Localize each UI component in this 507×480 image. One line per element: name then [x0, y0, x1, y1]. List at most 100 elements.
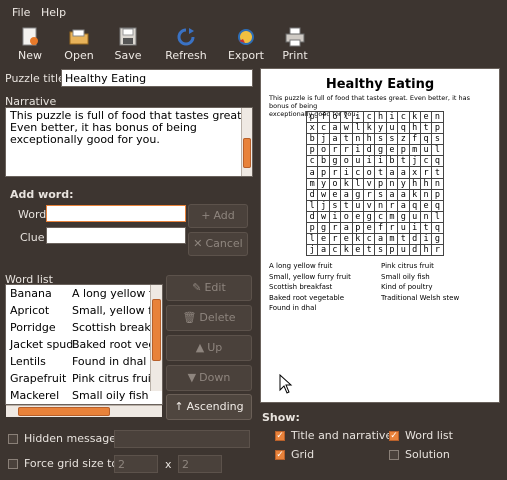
word-list-show-label: Word list: [405, 429, 453, 442]
grid-cell: n: [374, 199, 387, 212]
grid-width-spinner[interactable]: 2: [114, 455, 158, 473]
grid-row: porridgepmul: [305, 144, 444, 157]
grid-cell: l: [351, 122, 364, 135]
grid-cell: a: [385, 166, 399, 179]
grid-cell: a: [397, 188, 410, 201]
grid-cell: u: [419, 144, 433, 157]
list-item[interactable]: Mackerel Small oily fish: [6, 387, 162, 404]
word-list-hscroll[interactable]: [6, 405, 162, 417]
word-list-vscroll[interactable]: [150, 285, 162, 391]
refresh-button[interactable]: Refresh: [162, 25, 210, 65]
solution-checkbox[interactable]: [389, 450, 399, 460]
grid-cell: c: [317, 122, 330, 135]
list-item[interactable]: Porridge Scottish breakf: [6, 319, 162, 336]
grid-height-spinner[interactable]: 2: [178, 455, 222, 473]
grid-cell: q: [408, 199, 421, 212]
grid-cell: j: [317, 133, 330, 146]
scroll-thumb[interactable]: [18, 407, 110, 416]
grid-cell: b: [305, 133, 319, 146]
grid-cell: o: [340, 155, 353, 168]
scroll-thumb[interactable]: [243, 138, 251, 168]
cancel-button[interactable]: ✕ Cancel: [188, 232, 248, 256]
grid-cell: b: [317, 155, 330, 168]
title-narrative-checkbox[interactable]: [275, 431, 285, 441]
word-list[interactable]: Banana A long yellow f Apricot Small, yell…: [5, 284, 163, 405]
clue-input[interactable]: [46, 227, 186, 244]
grid-cell: c: [351, 166, 364, 179]
grid-cell: e: [328, 188, 342, 201]
grid-cell: i: [351, 110, 364, 124]
hidden-message-input[interactable]: [114, 430, 250, 448]
grid-cell: r: [431, 244, 444, 257]
grid-cell: o: [328, 110, 342, 124]
grid-cell: r: [328, 144, 342, 157]
grid-cell: d: [362, 144, 376, 157]
export-button[interactable]: Export: [222, 25, 270, 65]
grid-cell: n: [351, 133, 364, 146]
grid-cell: s: [374, 188, 387, 201]
grid-cell: m: [385, 210, 399, 223]
grid-cell: q: [431, 199, 444, 212]
add-button[interactable]: + Add: [188, 204, 248, 228]
grid-cell: o: [362, 166, 376, 179]
delete-button[interactable]: 🗑 Delete: [166, 305, 252, 331]
grid-cell: y: [374, 122, 387, 135]
list-item[interactable]: Banana A long yellow f: [6, 285, 162, 302]
list-item[interactable]: Lentils Found in dhal: [6, 353, 162, 370]
scroll-thumb[interactable]: [152, 299, 161, 361]
grid-cell: v: [362, 199, 376, 212]
menu-help[interactable]: Help: [41, 6, 66, 19]
grid-cell: s: [431, 133, 444, 146]
times-label: x: [165, 458, 172, 471]
ascending-button[interactable]: ↑ Ascending: [166, 394, 252, 420]
narrative-textarea[interactable]: This puzzle is full of food that tastes …: [5, 107, 253, 177]
word-input[interactable]: [46, 205, 186, 222]
hidden-message-checkbox[interactable]: [8, 434, 18, 444]
grid-cell: c: [374, 210, 387, 223]
grid-cell: u: [385, 122, 399, 135]
grid-cell: i: [408, 221, 421, 235]
grid-cell: a: [340, 188, 353, 201]
grid-cell: q: [397, 122, 410, 135]
grid-row: jacketspudhr: [305, 244, 444, 257]
grid-cell: u: [351, 199, 364, 212]
grid-cell: p: [397, 144, 410, 157]
grid-cell: k: [408, 110, 421, 124]
grid-checkbox[interactable]: [275, 450, 285, 460]
list-item[interactable]: Jacket spud Baked root veg: [6, 336, 162, 353]
grid-cell: u: [351, 155, 364, 168]
show-heading: Show:: [262, 411, 300, 424]
narrative-scrollbar[interactable]: [241, 108, 252, 176]
clue-item: Small, yellow furry fruit: [269, 272, 351, 281]
grid-cell: g: [351, 188, 364, 201]
clue-item: Small oily fish: [381, 272, 430, 281]
force-grid-checkbox[interactable]: [8, 459, 18, 469]
down-button[interactable]: ▼ Down: [166, 365, 252, 391]
grid-row: pfolichicken: [305, 110, 444, 124]
grid-row: myoklvpnyhhn: [305, 177, 444, 190]
grid-cell: l: [305, 199, 319, 212]
menu-file[interactable]: File: [12, 6, 30, 19]
up-button[interactable]: ▲ Up: [166, 335, 252, 361]
grid-cell: v: [362, 177, 376, 190]
refresh-icon: [177, 28, 195, 46]
new-button[interactable]: New: [6, 25, 54, 65]
list-item[interactable]: Apricot Small, yellow f: [6, 302, 162, 319]
word-list-checkbox[interactable]: [389, 431, 399, 441]
save-button[interactable]: Save: [104, 25, 152, 65]
grid-cell: i: [340, 166, 353, 179]
open-button[interactable]: Open: [55, 25, 103, 65]
list-item[interactable]: Grapefruit Pink citrus fruit: [6, 370, 162, 387]
puzzle-title-input[interactable]: Healthy Eating: [61, 69, 253, 87]
add-word-heading: Add word:: [10, 188, 74, 201]
grid-cell: w: [317, 188, 330, 201]
grid-cell: l: [351, 177, 364, 190]
grid-cell: e: [317, 233, 330, 246]
grid-cell: t: [340, 199, 353, 212]
floppy-disk-icon: [119, 27, 137, 46]
edit-button[interactable]: ✎ Edit: [166, 275, 252, 301]
grid-cell: g: [374, 144, 387, 157]
clue-item: Baked root vegetable: [269, 293, 345, 302]
print-button[interactable]: Print: [271, 25, 319, 65]
grid-cell: b: [385, 155, 399, 168]
